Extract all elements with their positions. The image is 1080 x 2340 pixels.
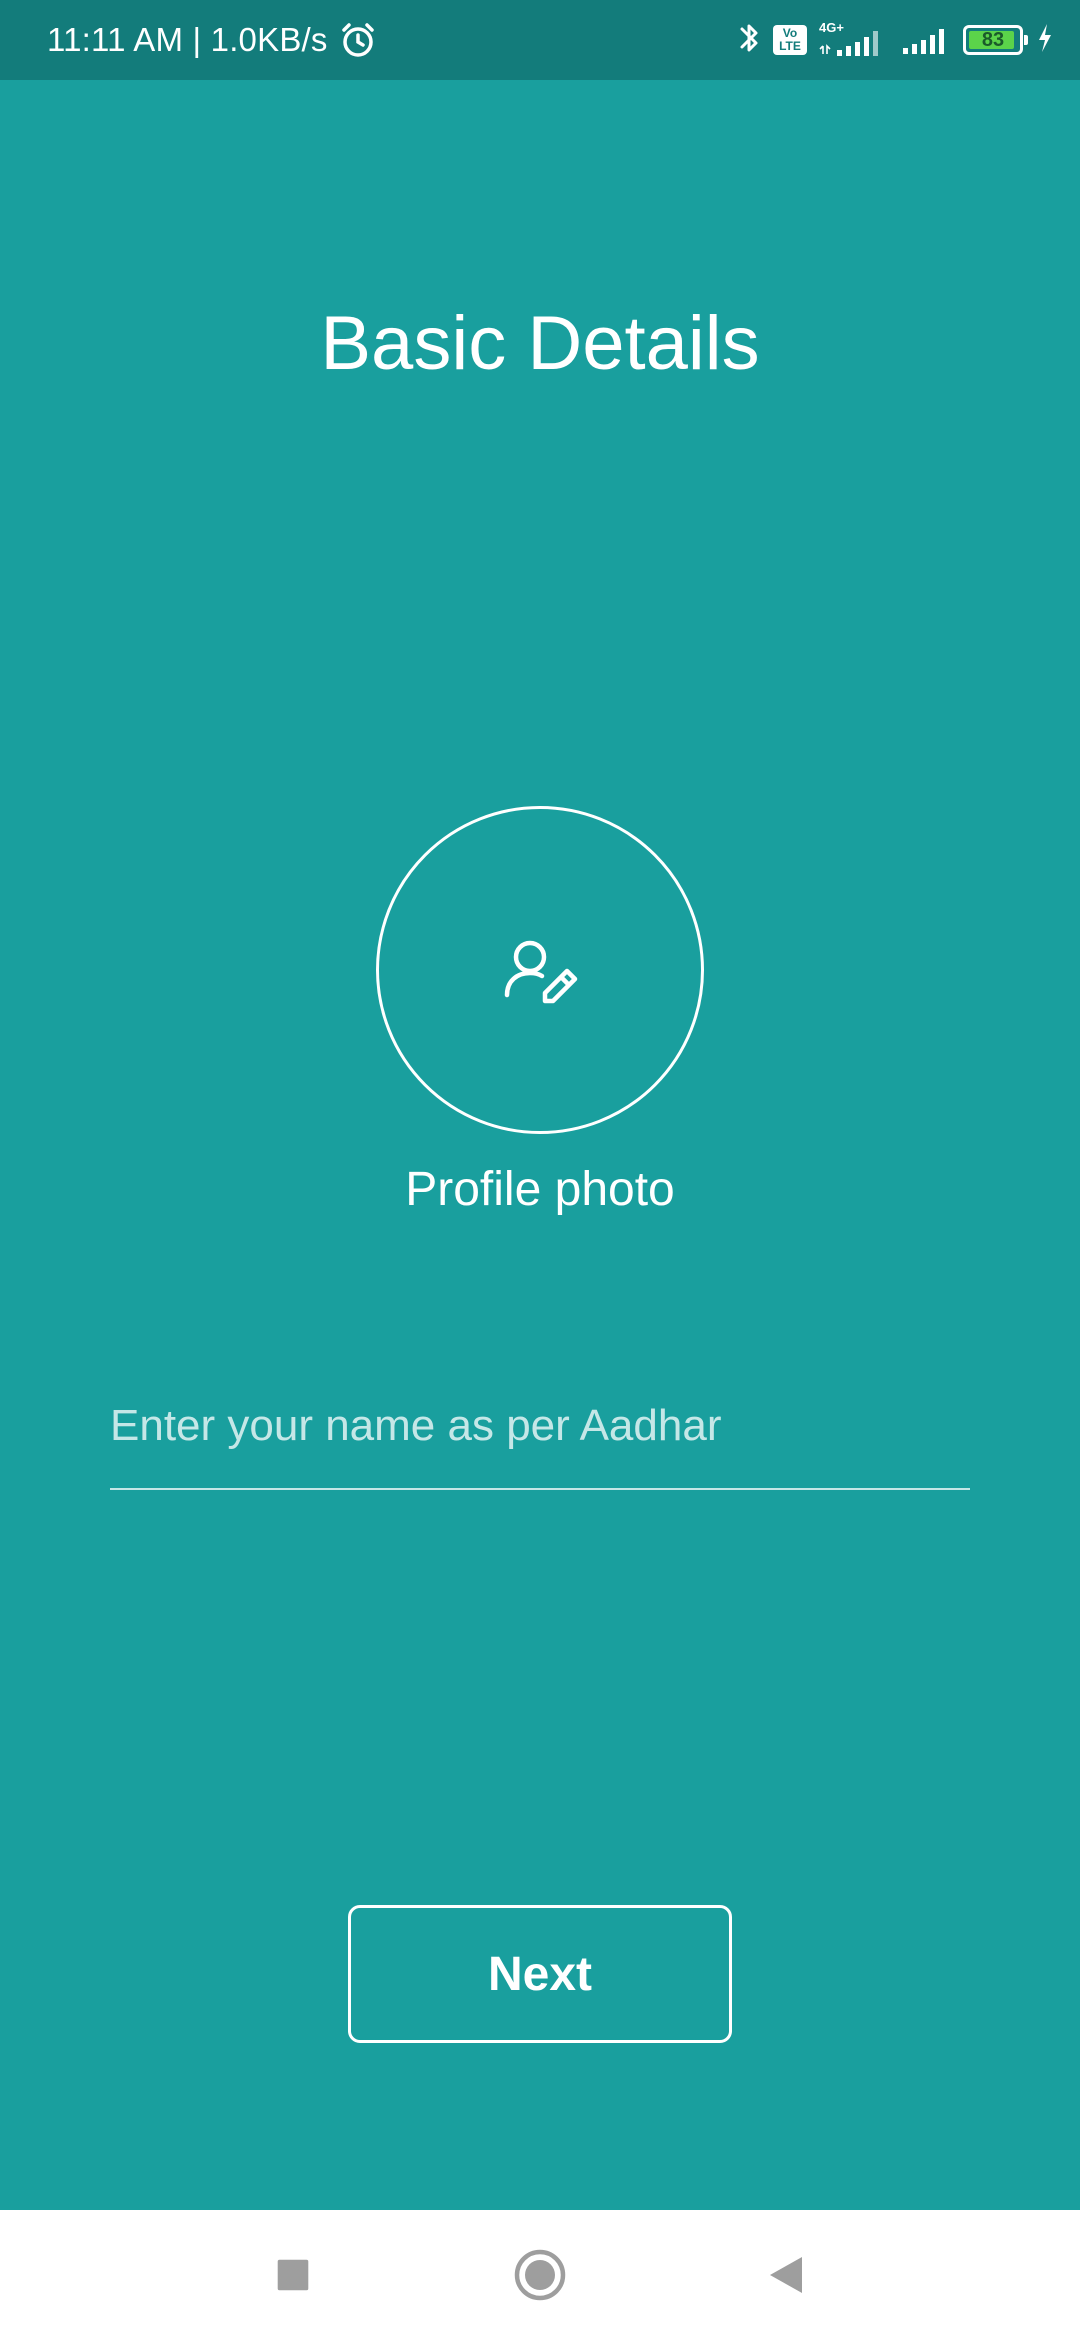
signal-icon: 4G+ xyxy=(819,20,889,60)
battery-icon: 83 xyxy=(963,25,1028,55)
battery-level: 83 xyxy=(981,29,1005,51)
circle-icon xyxy=(514,2249,566,2301)
charging-icon xyxy=(1035,18,1055,63)
next-button[interactable]: Next xyxy=(348,1905,732,2043)
navigation-bar xyxy=(0,2210,1080,2340)
name-input[interactable] xyxy=(110,1390,970,1462)
recent-apps-button[interactable] xyxy=(233,2210,353,2340)
name-field xyxy=(110,1390,970,1490)
home-button[interactable] xyxy=(480,2210,600,2340)
bluetooth-icon xyxy=(737,18,761,63)
page-title: Basic Details xyxy=(320,301,760,386)
status-time-speed: 11:11 AM | 1.0KB/s xyxy=(47,21,328,58)
volte-badge: Vo LTE xyxy=(773,25,807,55)
battery-nub xyxy=(1024,35,1028,45)
profile-photo-button[interactable] xyxy=(376,806,704,1134)
back-button[interactable] xyxy=(726,2210,846,2340)
status-left: 11:11 AM | 1.0KB/s xyxy=(47,0,378,80)
status-right: Vo LTE 4G+ 83 xyxy=(725,0,1055,80)
profile-photo-label: Profile photo xyxy=(405,1163,675,1216)
person-edit-icon xyxy=(504,940,578,1004)
triangle-back-icon xyxy=(770,2257,802,2293)
alarm-icon xyxy=(338,20,378,60)
square-icon xyxy=(277,2259,309,2291)
status-bar: 11:11 AM | 1.0KB/s Vo LTE 4G+ 83 xyxy=(0,0,1080,80)
signal-icon-2 xyxy=(901,18,951,63)
